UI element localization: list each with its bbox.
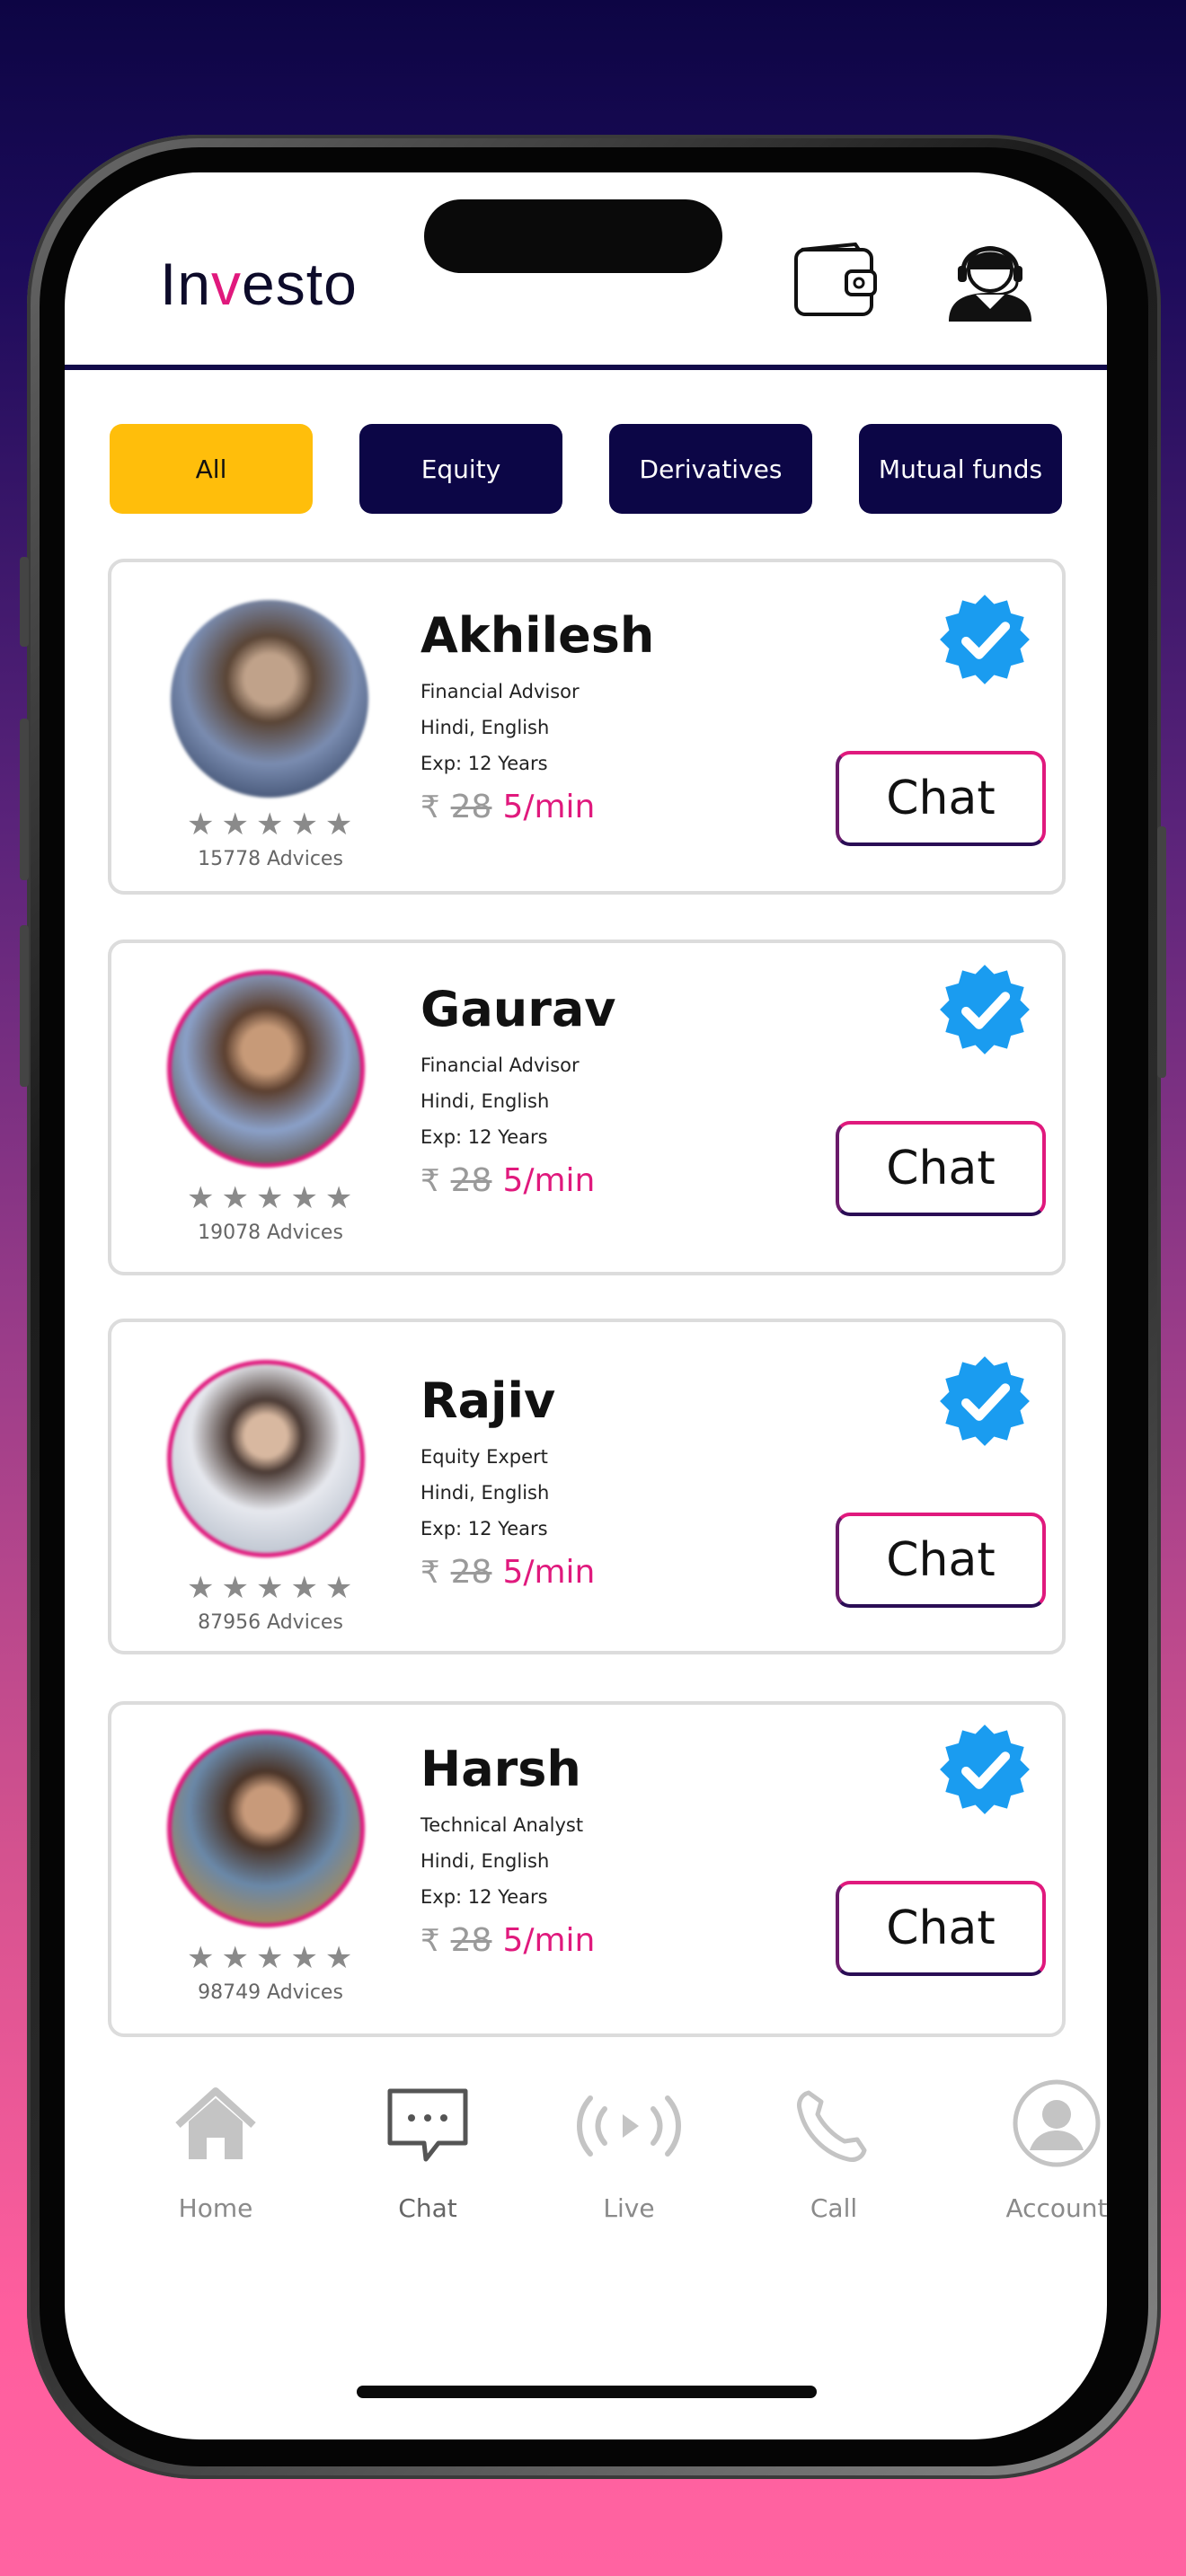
rupee-symbol: ₹ bbox=[420, 1554, 440, 1591]
price: ₹ 28 5/min bbox=[420, 789, 595, 825]
live-icon bbox=[577, 2095, 681, 2157]
advisor-experience: Exp: 12 Years bbox=[420, 1518, 548, 1539]
rating-stars: ★★★★★ bbox=[187, 1180, 360, 1216]
advisor-experience: Exp: 12 Years bbox=[420, 753, 548, 774]
current-price: 5/min bbox=[502, 789, 596, 825]
verified-badge-icon bbox=[940, 595, 1030, 684]
tab-derivatives[interactable]: Derivatives bbox=[609, 424, 812, 514]
advisor-experience: Exp: 12 Years bbox=[420, 1126, 548, 1148]
advices-count: 15778 Advices bbox=[198, 848, 343, 870]
avatar bbox=[167, 1730, 365, 1928]
rating-stars: ★★★★★ bbox=[187, 807, 360, 842]
rupee-symbol: ₹ bbox=[420, 789, 440, 825]
advisor-name: Akhilesh bbox=[420, 607, 655, 664]
old-price: 28 bbox=[450, 1554, 492, 1591]
advisor-card[interactable]: ★★★★★ 87956 Advices Rajiv Equity Expert … bbox=[108, 1319, 1066, 1654]
advisor-name: Rajiv bbox=[420, 1372, 556, 1429]
rupee-symbol: ₹ bbox=[420, 1162, 440, 1199]
chat-button[interactable]: Chat bbox=[836, 1513, 1046, 1608]
advisor-role: Technical Analyst bbox=[420, 1814, 584, 1836]
side-button-left-3 bbox=[20, 925, 29, 1087]
avatar bbox=[171, 600, 368, 798]
app-logo: Investo bbox=[160, 251, 358, 317]
header-divider bbox=[65, 365, 1107, 370]
avatar bbox=[167, 1360, 365, 1557]
advisor-details: Equity Expert Hindi, English Exp: 12 Yea… bbox=[420, 1439, 549, 1547]
verified-badge-icon bbox=[940, 1725, 1030, 1814]
tab-equity[interactable]: Equity bbox=[359, 424, 562, 514]
advices-count: 87956 Advices bbox=[198, 1611, 343, 1634]
advisor-details: Financial Advisor Hindi, English Exp: 12… bbox=[420, 1047, 580, 1155]
verified-badge-icon bbox=[940, 1356, 1030, 1446]
tab-all[interactable]: All bbox=[110, 424, 313, 514]
advisor-experience: Exp: 12 Years bbox=[420, 1886, 548, 1908]
current-price: 5/min bbox=[502, 1162, 596, 1199]
support-agent-icon[interactable] bbox=[943, 234, 1037, 323]
price: ₹ 28 5/min bbox=[420, 1162, 595, 1199]
advisor-details: Technical Analyst Hindi, English Exp: 12… bbox=[420, 1807, 583, 1915]
chat-button[interactable]: Chat bbox=[836, 751, 1046, 846]
old-price: 28 bbox=[450, 789, 492, 825]
side-button-right bbox=[1157, 826, 1166, 1078]
advisor-name: Harsh bbox=[420, 1741, 581, 1797]
advisor-name: Gaurav bbox=[420, 981, 616, 1037]
dynamic-island bbox=[424, 199, 722, 273]
side-button-left-1 bbox=[20, 557, 29, 647]
nav-label: Chat bbox=[398, 2193, 457, 2223]
verified-badge-icon bbox=[940, 965, 1030, 1054]
call-icon bbox=[797, 2090, 867, 2162]
nav-label: Live bbox=[603, 2193, 655, 2223]
price: ₹ 28 5/min bbox=[420, 1554, 595, 1591]
advices-count: 19078 Advices bbox=[198, 1222, 343, 1244]
account-icon bbox=[1013, 2079, 1101, 2167]
advisor-languages: Hindi, English bbox=[420, 1850, 550, 1872]
advisor-card[interactable]: ★★★★★ 15778 Advices Akhilesh Financial A… bbox=[108, 559, 1066, 895]
advisor-details: Financial Advisor Hindi, English Exp: 12… bbox=[420, 674, 580, 781]
avatar bbox=[167, 970, 365, 1168]
advisor-role: Equity Expert bbox=[420, 1446, 548, 1468]
home-indicator[interactable] bbox=[357, 2386, 817, 2398]
nav-label: Call bbox=[810, 2193, 858, 2223]
app-screen: Investo All Equity Derivatives Mutual fu… bbox=[65, 172, 1107, 2439]
chat-icon bbox=[387, 2088, 468, 2162]
advisor-role: Financial Advisor bbox=[420, 1054, 580, 1076]
rating-stars: ★★★★★ bbox=[187, 1940, 360, 1976]
advisor-role: Financial Advisor bbox=[420, 681, 580, 702]
advisor-card[interactable]: ★★★★★ 98749 Advices Harsh Technical Anal… bbox=[108, 1701, 1066, 2037]
bottom-nav: Home Chat Live Call Account bbox=[65, 2059, 1107, 2238]
chat-button[interactable]: Chat bbox=[836, 1881, 1046, 1976]
old-price: 28 bbox=[450, 1922, 492, 1959]
wallet-icon[interactable] bbox=[792, 242, 879, 318]
advices-count: 98749 Advices bbox=[198, 1981, 343, 2004]
advisor-card[interactable]: ★★★★★ 19078 Advices Gaurav Financial Adv… bbox=[108, 940, 1066, 1275]
rupee-symbol: ₹ bbox=[420, 1922, 440, 1959]
old-price: 28 bbox=[450, 1162, 492, 1199]
current-price: 5/min bbox=[502, 1554, 596, 1591]
current-price: 5/min bbox=[502, 1922, 596, 1959]
advisor-languages: Hindi, English bbox=[420, 1090, 550, 1112]
filter-tabs: All Equity Derivatives Mutual funds bbox=[110, 424, 1062, 514]
price: ₹ 28 5/min bbox=[420, 1922, 595, 1959]
advisor-languages: Hindi, English bbox=[420, 1482, 550, 1504]
nav-label: Account bbox=[1005, 2193, 1107, 2223]
rating-stars: ★★★★★ bbox=[187, 1570, 360, 1606]
side-button-left-2 bbox=[20, 719, 29, 880]
advisor-languages: Hindi, English bbox=[420, 717, 550, 738]
tab-mutual-funds[interactable]: Mutual funds bbox=[859, 424, 1062, 514]
home-icon bbox=[175, 2087, 256, 2159]
chat-button[interactable]: Chat bbox=[836, 1121, 1046, 1216]
nav-label: Home bbox=[178, 2193, 253, 2223]
